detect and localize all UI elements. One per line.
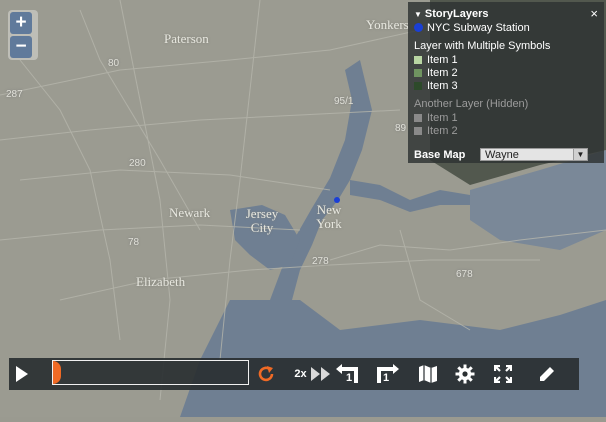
legend-item-label: Item 3 — [427, 80, 458, 92]
close-icon[interactable]: × — [590, 6, 598, 21]
place-label: Jersey City — [245, 206, 279, 235]
play-icon — [16, 366, 28, 382]
route-shield: 278 — [312, 256, 329, 267]
collapse-triangle-icon[interactable]: ▼ — [414, 10, 422, 19]
legend-layer-subway[interactable]: NYC Subway Station — [414, 22, 530, 34]
swatch-icon — [414, 127, 422, 135]
speed-label: 2x — [294, 368, 307, 380]
map-icon — [419, 365, 437, 383]
step-forward-button[interactable]: 1 — [372, 358, 402, 390]
basemap-label: Base Map — [414, 149, 466, 161]
layer-name: NYC Subway Station — [427, 22, 530, 34]
dropdown-arrow-icon[interactable]: ▼ — [573, 149, 587, 160]
fullscreen-button[interactable] — [491, 358, 515, 390]
place-label: Newark — [169, 205, 211, 220]
zoom-in-button[interactable]: + — [10, 12, 32, 34]
legend-item: Item 2 — [414, 67, 458, 79]
place-label: Elizabeth — [136, 274, 186, 289]
loop-icon — [258, 366, 274, 382]
step-back-label: 1 — [346, 372, 353, 384]
route-shield: 80 — [108, 58, 120, 69]
zoom-control: + − — [8, 10, 38, 60]
gear-icon — [455, 364, 475, 384]
legend-item: Item 2 — [414, 125, 458, 137]
legend-layer-hidden[interactable]: Another Layer (Hidden) — [414, 98, 528, 110]
zoom-out-button[interactable]: − — [10, 36, 32, 58]
route-shield: 78 — [128, 237, 140, 248]
route-shield: 89 — [395, 123, 407, 134]
step-forward-label: 1 — [383, 372, 390, 384]
legend-panel: ▼ StoryLayers × NYC Subway Station Layer … — [408, 2, 604, 163]
swatch-icon — [414, 82, 422, 90]
playback-bar: 2x 1 1 — [9, 358, 579, 390]
place-label: Paterson — [164, 31, 209, 46]
legend-item: Item 1 — [414, 112, 458, 124]
swatch-icon — [414, 114, 422, 122]
place-label: Yonkers — [366, 17, 409, 32]
fast-forward-icon — [310, 367, 330, 381]
loop-button[interactable] — [254, 358, 278, 390]
play-button[interactable] — [11, 358, 33, 390]
route-shield: 287 — [6, 89, 23, 100]
swatch-icon — [414, 69, 422, 77]
legend-item-label: Item 1 — [427, 112, 458, 124]
legend-layer-multiple[interactable]: Layer with Multiple Symbols — [414, 40, 550, 52]
legend-header[interactable]: ▼ StoryLayers — [414, 8, 489, 20]
settings-button[interactable] — [453, 358, 477, 390]
basemap-value: Wayne — [485, 149, 519, 161]
pencil-icon — [540, 367, 554, 381]
legend-item-label: Item 2 — [427, 67, 458, 79]
basemap-select[interactable]: Wayne ▼ — [480, 148, 588, 161]
legend-item-label: Item 1 — [427, 54, 458, 66]
route-shield: 95/1 — [334, 96, 354, 107]
timeline-slider[interactable] — [52, 360, 249, 385]
fullscreen-icon — [494, 365, 512, 383]
speed-button[interactable]: 2x — [291, 358, 335, 390]
legend-item-label: Item 2 — [427, 125, 458, 137]
route-shield: 678 — [456, 269, 473, 280]
subway-dot-icon — [414, 23, 423, 32]
swatch-icon — [414, 56, 422, 64]
legend-title: StoryLayers — [424, 8, 489, 20]
step-back-button[interactable]: 1 — [333, 358, 363, 390]
place-label: New York — [316, 202, 342, 231]
legend-item: Item 1 — [414, 54, 458, 66]
route-shield: 280 — [129, 158, 146, 169]
legend-item: Item 3 — [414, 80, 458, 92]
timeline-progress[interactable] — [53, 361, 61, 384]
map-button[interactable] — [416, 358, 440, 390]
edit-button[interactable] — [535, 358, 559, 390]
subway-station-marker[interactable] — [334, 197, 340, 203]
